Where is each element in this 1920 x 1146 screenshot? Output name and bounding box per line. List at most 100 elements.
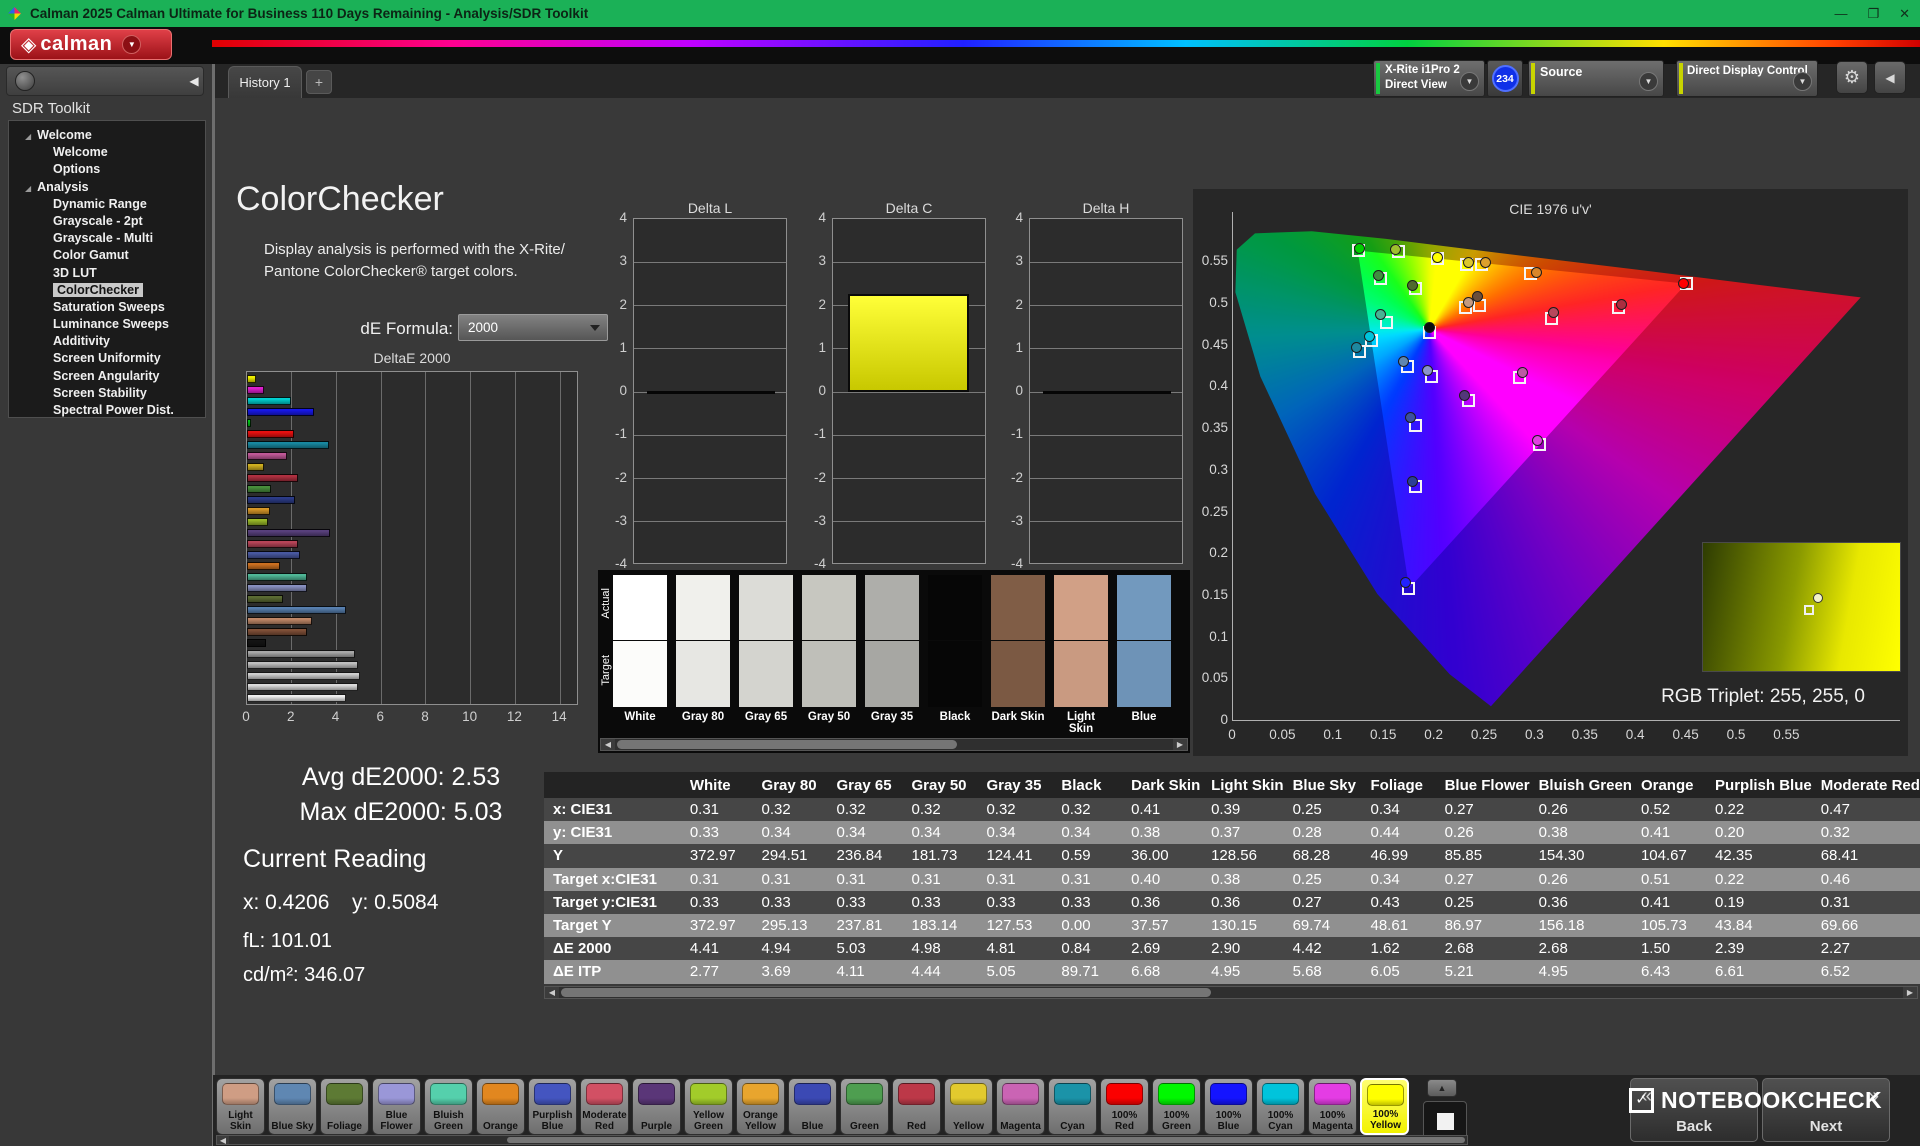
swatch-scrollbar[interactable]: ◀ ▶ <box>600 738 1188 751</box>
tree-item-colorchecker[interactable]: ColorChecker <box>9 282 205 299</box>
tree-item-options[interactable]: Options <box>9 161 205 178</box>
patch-button-100-cyan[interactable]: 100% Cyan <box>1256 1078 1305 1135</box>
tree-item-dynamic-range[interactable]: Dynamic Range <box>9 196 205 213</box>
cie-y-tick-label: 0.2 <box>1194 545 1228 560</box>
de-formula-select[interactable]: 2000 <box>458 314 608 341</box>
patch-button-foliage[interactable]: Foliage <box>320 1078 369 1135</box>
scroll-right-icon[interactable]: ▶ <box>1903 987 1917 998</box>
toolbar-scrollbar-thumb[interactable] <box>507 1137 1465 1143</box>
tree-item-additivity[interactable]: Additivity <box>9 333 205 350</box>
patch-button-blue-sky[interactable]: Blue Sky <box>268 1078 317 1135</box>
tree-item-screen-angularity[interactable]: Screen Angularity <box>9 368 205 385</box>
patch-button-light-skin[interactable]: Light Skin <box>216 1078 265 1135</box>
meter-dropdown[interactable]: X-Rite i1Pro 2 Direct View ▼ <box>1373 60 1485 97</box>
close-button[interactable]: ✕ <box>1899 6 1910 22</box>
patch-button-green[interactable]: Green <box>840 1078 889 1135</box>
table-cell: 68.28 <box>1284 844 1362 867</box>
chevron-down-icon[interactable]: ▼ <box>1639 72 1658 91</box>
delta-chart-plot-delta-c <box>832 218 986 564</box>
cie-y-tick-label: 0.1 <box>1194 629 1228 644</box>
tree-item-grayscale-2pt[interactable]: Grayscale - 2pt <box>9 213 205 230</box>
y-tick-label: 3 <box>802 253 826 268</box>
tree-item-3d-lut[interactable]: 3D LUT <box>9 265 205 282</box>
scroll-left-icon[interactable]: ◀ <box>217 1136 229 1144</box>
toolbar-scrollbar[interactable]: ◀ <box>216 1135 1468 1145</box>
expand-icon[interactable]: ◢ <box>25 184 31 193</box>
tree-item-screen-stability[interactable]: Screen Stability <box>9 385 205 402</box>
table-cell: 0.36 <box>1530 891 1632 914</box>
table-cell: 68.41 <box>1812 844 1920 867</box>
tree-group-welcome[interactable]: ◢Welcome <box>9 127 205 144</box>
pattern-square-icon <box>1437 1113 1454 1130</box>
patch-button-100-green[interactable]: 100% Green <box>1152 1078 1201 1135</box>
chevron-down-icon[interactable]: ▼ <box>1460 72 1479 91</box>
meter-count-badge: 234 <box>1492 65 1519 92</box>
collapse-sidebar-icon[interactable]: ◀ <box>185 69 203 93</box>
swatch-actual <box>739 575 793 640</box>
patch-button-bluish-green[interactable]: Bluish Green <box>424 1078 473 1135</box>
table-cell: 181.73 <box>902 844 977 867</box>
scroll-up-icon[interactable]: ▲ <box>1427 1079 1457 1097</box>
patch-button-red[interactable]: Red <box>892 1078 941 1135</box>
table-cell: 0.25 <box>1284 868 1362 891</box>
patch-button-100-blue[interactable]: 100% Blue <box>1204 1078 1253 1135</box>
patch-button-blue-flower[interactable]: Blue Flower <box>372 1078 421 1135</box>
table-cell: 0.19 <box>1706 891 1812 914</box>
maximize-button[interactable]: ❐ <box>1867 6 1879 22</box>
patch-button-100-yellow[interactable]: 100% Yellow <box>1360 1078 1409 1135</box>
table-row-label: Target y:CIE31 <box>544 891 681 914</box>
table-scrollbar-thumb[interactable] <box>561 988 1211 997</box>
patch-button-yellow[interactable]: Yellow <box>944 1078 993 1135</box>
swatch-actual <box>802 575 856 640</box>
tree-item-color-gamut[interactable]: Color Gamut <box>9 247 205 264</box>
table-cell: 4.95 <box>1530 960 1632 983</box>
tree-group-analysis[interactable]: ◢Analysis <box>9 179 205 196</box>
scroll-left-icon[interactable]: ◀ <box>545 987 559 998</box>
source-dropdown[interactable]: Source ▼ <box>1528 60 1664 97</box>
expand-icon[interactable]: ◢ <box>25 132 31 141</box>
sidebar-radio-button[interactable] <box>15 71 35 91</box>
chevron-down-icon[interactable]: ▼ <box>122 35 141 54</box>
gear-icon[interactable]: ⚙ <box>1836 61 1868 94</box>
chevron-down-icon[interactable]: ▼ <box>1793 72 1812 91</box>
tree-item-grayscale-multi[interactable]: Grayscale - Multi <box>9 230 205 247</box>
patch-button-orange[interactable]: Orange <box>476 1078 525 1135</box>
tree-item-spectral-power-dist-[interactable]: Spectral Power Dist. <box>9 402 205 418</box>
patch-button-cyan[interactable]: Cyan <box>1048 1078 1097 1135</box>
table-cell: 0.00 <box>1052 914 1122 937</box>
back-button[interactable]: « Back <box>1630 1078 1758 1142</box>
patch-button-purplish-blue[interactable]: Purplish Blue <box>528 1078 577 1135</box>
add-tab-button[interactable]: + <box>306 70 332 94</box>
cie-chart-panel: CIE 1976 u'v' 0.550.50.450.40.350.30.250… <box>1193 189 1908 756</box>
meter-count-button[interactable]: 234 <box>1487 60 1523 97</box>
display-control-dropdown[interactable]: Direct Display Control ▼ <box>1676 60 1818 97</box>
table-cell: 0.31 <box>681 798 753 821</box>
patch-button-100-magenta[interactable]: 100% Magenta <box>1308 1078 1357 1135</box>
tree-item-label: Spectral Power Dist. <box>53 403 174 417</box>
tree-item-saturation-sweeps[interactable]: Saturation Sweeps <box>9 299 205 316</box>
patch-color-chip <box>430 1083 467 1105</box>
patch-button-100-red[interactable]: 100% Red <box>1100 1078 1149 1135</box>
collapse-panel-icon[interactable]: ◀ <box>1874 61 1906 94</box>
patch-button-orange-yellow[interactable]: Orange Yellow <box>736 1078 785 1135</box>
swatch-scrollbar-thumb[interactable] <box>617 740 957 749</box>
table-cell: 236.84 <box>828 844 903 867</box>
minimize-button[interactable]: — <box>1834 6 1847 21</box>
tab-history-1[interactable]: History 1 <box>228 66 302 98</box>
tree-item-screen-uniformity[interactable]: Screen Uniformity <box>9 350 205 367</box>
tree-item-welcome[interactable]: Welcome <box>9 144 205 161</box>
patch-button-blue[interactable]: Blue <box>788 1078 837 1135</box>
table-scrollbar[interactable]: ◀ ▶ <box>544 986 1918 999</box>
patch-button-magenta[interactable]: Magenta <box>996 1078 1045 1135</box>
table-cell: 0.31 <box>1812 891 1920 914</box>
tree-item-luminance-sweeps[interactable]: Luminance Sweeps <box>9 316 205 333</box>
patch-button-yellow-green[interactable]: Yellow Green <box>684 1078 733 1135</box>
table-column-blue-flower: Blue Flower <box>1436 772 1530 798</box>
scroll-right-icon[interactable]: ▶ <box>1173 739 1187 750</box>
patch-color-chip <box>534 1083 571 1105</box>
patch-button-moderate-red[interactable]: Moderate Red <box>580 1078 629 1135</box>
next-button[interactable]: » Next <box>1762 1078 1890 1142</box>
patch-button-purple[interactable]: Purple <box>632 1078 681 1135</box>
calman-menu-button[interactable]: ◈ calman ▼ <box>10 29 172 60</box>
scroll-left-icon[interactable]: ◀ <box>601 739 615 750</box>
